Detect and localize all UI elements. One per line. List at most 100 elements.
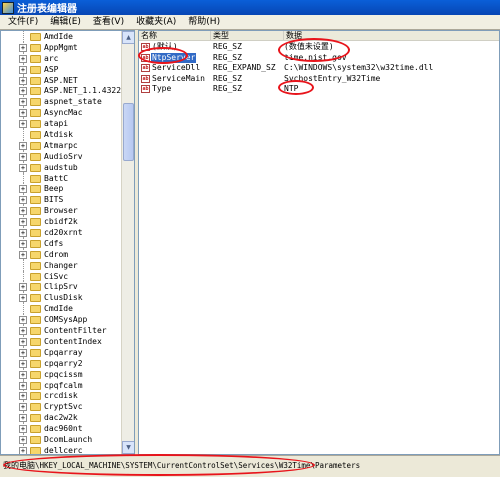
tree-item[interactable]: + ASP.NET_1.1.4322 — [1, 85, 121, 97]
expand-plus-icon[interactable]: + — [19, 218, 27, 227]
expand-plus-icon[interactable]: + — [19, 392, 27, 401]
expand-plus-icon[interactable]: + — [19, 54, 27, 63]
column-data-header[interactable]: 数据 — [284, 31, 499, 41]
tree-item[interactable]: + BITS — [1, 194, 121, 206]
expand-plus-icon[interactable]: + — [19, 207, 27, 216]
expand-plus-icon[interactable]: + — [19, 425, 27, 434]
tree-item[interactable]: + cbidf2k — [1, 216, 121, 228]
tree-item[interactable]: + cpqarry2 — [1, 357, 121, 369]
tree-item[interactable]: AmdIde — [1, 31, 121, 42]
expand-plus-icon[interactable]: + — [19, 359, 27, 368]
tree-item[interactable]: + dac960nt — [1, 423, 121, 434]
menu-file[interactable]: 文件(F) — [2, 15, 44, 29]
expand-plus-icon[interactable]: + — [19, 370, 27, 379]
expand-plus-icon[interactable]: + — [19, 250, 27, 259]
expand-plus-icon[interactable]: + — [19, 239, 27, 248]
expand-plus-icon[interactable]: + — [19, 435, 27, 444]
menu-view[interactable]: 查看(V) — [87, 15, 130, 29]
tree-item[interactable]: BattC — [1, 172, 121, 184]
tree-item[interactable]: + CryptSvc — [1, 401, 121, 413]
expand-plus-icon[interactable]: + — [19, 283, 27, 292]
column-type-header[interactable]: 类型 — [211, 31, 284, 41]
expand-plus-icon[interactable]: + — [19, 120, 27, 129]
expand-plus-icon[interactable]: + — [19, 98, 27, 107]
expand-plus-icon[interactable]: + — [19, 327, 27, 336]
expand-plus-icon[interactable]: + — [19, 152, 27, 161]
tree-item[interactable]: + ASP.NET — [1, 74, 121, 86]
folder-icon — [30, 43, 41, 52]
expand-plus-icon[interactable]: + — [19, 76, 27, 85]
tree-item[interactable]: + ClipSrv — [1, 281, 121, 293]
expand-plus-icon[interactable]: + — [19, 316, 27, 325]
menu-help[interactable]: 帮助(H) — [182, 15, 226, 29]
tree-item[interactable]: + cpqcissm — [1, 368, 121, 380]
tree-item[interactable]: + crcdisk — [1, 390, 121, 402]
scroll-thumb[interactable] — [123, 103, 134, 161]
expand-plus-icon[interactable]: + — [19, 185, 27, 194]
value-row[interactable]: ab NtpServer REG_SZ time.nist.gov — [139, 52, 499, 64]
tree-item[interactable]: + Cdfs — [1, 237, 121, 249]
expand-plus-icon[interactable]: + — [19, 229, 27, 238]
tree-item[interactable]: + Atmarpc — [1, 139, 121, 151]
expand-plus-icon[interactable]: + — [19, 403, 27, 412]
tree-item[interactable]: CmdIde — [1, 303, 121, 315]
registry-key-tree[interactable]: AmdIde + AppMgmt + arc + ASP + ASP.NET + ASP.NET_1… — [0, 30, 135, 455]
column-name-header[interactable]: 名称 — [139, 31, 211, 41]
expand-plus-icon[interactable]: + — [19, 337, 27, 346]
tree-item[interactable]: + ContentFilter — [1, 325, 121, 336]
value-row[interactable]: ab Type REG_SZ NTP — [139, 84, 499, 95]
folder-icon — [30, 98, 41, 107]
expand-plus-icon[interactable]: + — [19, 163, 27, 172]
expand-plus-icon[interactable]: + — [19, 414, 27, 423]
tree-item[interactable]: Changer — [1, 259, 121, 271]
tree-item-label: cbidf2k — [44, 217, 78, 227]
expand-plus-icon[interactable]: + — [19, 446, 27, 454]
tree-item[interactable]: + Browser — [1, 205, 121, 217]
tree-item[interactable]: + aspnet_state — [1, 96, 121, 108]
tree-item[interactable]: + DcomLaunch — [1, 433, 121, 445]
tree-item[interactable]: + arc — [1, 52, 121, 64]
tree-item-label: BattC — [44, 173, 69, 183]
tree-item[interactable]: + COMSysApp — [1, 314, 121, 326]
menu-favorites[interactable]: 收藏夹(A) — [130, 15, 182, 29]
tree-item[interactable]: + cd20xrnt — [1, 227, 121, 238]
expand-plus-icon[interactable]: + — [19, 348, 27, 357]
folder-icon — [30, 283, 41, 292]
expand-plus-icon[interactable]: + — [19, 196, 27, 205]
expand-plus-icon[interactable]: + — [19, 141, 27, 150]
string-value-icon: ab — [141, 53, 150, 62]
tree-item[interactable]: + atapi — [1, 118, 121, 130]
tree-item[interactable]: + ASP — [1, 63, 121, 75]
scroll-up-arrow-icon[interactable]: ▲ — [122, 31, 134, 44]
tree-item[interactable]: + AppMgmt — [1, 41, 121, 53]
tree-item[interactable]: + Beep — [1, 183, 121, 195]
expand-plus-icon[interactable]: + — [19, 109, 27, 118]
expand-plus-icon[interactable]: + — [19, 381, 27, 390]
tree-item[interactable]: Atdisk — [1, 129, 121, 140]
folder-icon — [30, 152, 41, 161]
expand-plus-icon[interactable]: + — [19, 87, 27, 96]
expand-plus-icon[interactable]: + — [19, 294, 27, 303]
tree-item[interactable]: + AsyncMac — [1, 107, 121, 119]
menu-edit[interactable]: 编辑(E) — [44, 15, 87, 29]
value-row[interactable]: ab (默认) REG_SZ (数值未设置) — [139, 42, 499, 53]
expand-plus-icon[interactable]: + — [19, 65, 27, 74]
tree-item[interactable]: + dellcerc — [1, 444, 121, 454]
tree-item[interactable]: + ClusDisk — [1, 292, 121, 304]
tree-item[interactable]: + Cpqarray — [1, 346, 121, 358]
tree-item[interactable]: + cpqfcalm — [1, 379, 121, 391]
tree-item[interactable]: + dac2w2k — [1, 412, 121, 424]
values-list[interactable]: 名称 类型 数据 ab (默认) REG_SZ (数值未设置) ab NtpServer R… — [138, 30, 500, 455]
tree-item[interactable]: + ContentIndex — [1, 335, 121, 347]
tree-item[interactable]: + audstub — [1, 161, 121, 173]
tree-item[interactable]: + Cdrom — [1, 248, 121, 260]
scroll-down-arrow-icon[interactable]: ▼ — [122, 441, 134, 454]
title-bar[interactable]: 注册表编辑器 — [0, 0, 500, 15]
expand-plus-icon[interactable]: + — [19, 43, 27, 52]
value-row[interactable]: ab ServiceDll REG_EXPAND_SZ C:\WINDOWS\syst… — [139, 63, 499, 74]
tree-scrollbar[interactable]: ▲ ▼ — [121, 31, 134, 454]
tree-item[interactable]: CiSvc — [1, 270, 121, 282]
tree-item[interactable]: + AudioSrv — [1, 150, 121, 162]
folder-icon — [30, 425, 41, 434]
value-row[interactable]: ab ServiceMain REG_SZ SvchostEntry_W32Time — [139, 74, 499, 85]
